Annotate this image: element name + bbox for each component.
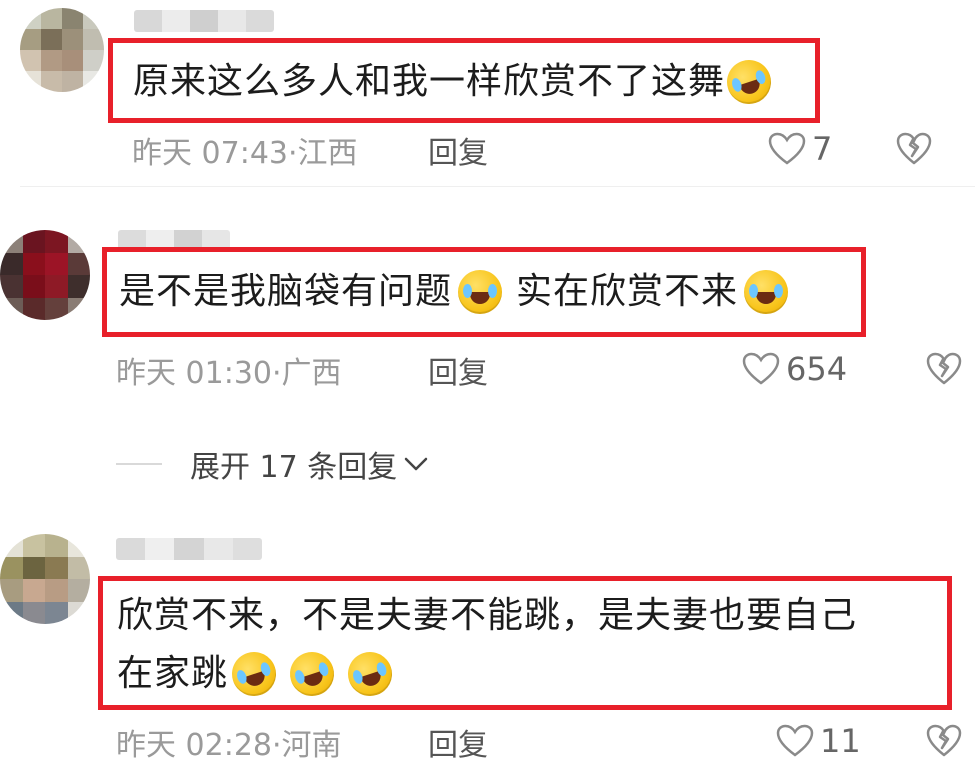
like-count: 11 bbox=[820, 722, 861, 760]
like-count: 654 bbox=[786, 350, 848, 388]
comment-text-highlight: 原来这么多人和我一样欣赏不了这舞 bbox=[108, 38, 820, 123]
broken-heart-icon[interactable] bbox=[926, 352, 962, 386]
meta-separator: · bbox=[272, 356, 282, 391]
timestamp: 昨天 02:28 bbox=[116, 728, 272, 763]
divider bbox=[20, 186, 975, 187]
expand-replies-label: 展开 17 条回复 bbox=[190, 450, 398, 485]
comment-meta: 昨天 07:43·江西 bbox=[132, 128, 358, 172]
timestamp: 昨天 01:30 bbox=[116, 356, 272, 391]
location: 河南 bbox=[281, 728, 342, 763]
comment-text: 原来这么多人和我一样欣赏不了这舞 bbox=[133, 61, 726, 102]
reply-button[interactable]: 回复 bbox=[428, 720, 488, 764]
laughing-tears-emoji bbox=[342, 646, 398, 702]
laughing-tears-emoji bbox=[458, 270, 503, 314]
timestamp: 昨天 07:43 bbox=[132, 136, 288, 171]
comment-item: 原来这么多人和我一样欣赏不了这舞 昨天 07:43·江西 回复 7 bbox=[0, 0, 975, 190]
laughing-tears-emoji bbox=[226, 646, 282, 702]
broken-heart-icon[interactable] bbox=[926, 724, 962, 758]
comment-meta: 昨天 02:28·河南 bbox=[116, 720, 342, 764]
comment-item: 是不是我脑袋有问题 实在欣赏不来 昨天 01:30·广西 回复 654 展开 1… bbox=[0, 190, 975, 490]
avatar[interactable] bbox=[0, 534, 90, 624]
reply-button[interactable]: 回复 bbox=[428, 128, 488, 172]
expand-replies-button[interactable]: 展开 17 条回复 bbox=[116, 442, 429, 486]
avatar[interactable] bbox=[20, 8, 104, 92]
comment-item: 欣赏不来，不是夫妻不能跳，是夫妻也要自己 在家跳 昨天 02:28·河南 回复 … bbox=[0, 510, 975, 763]
reply-button[interactable]: 回复 bbox=[428, 348, 488, 392]
laughing-tears-emoji bbox=[744, 270, 789, 314]
location: 江西 bbox=[297, 136, 358, 171]
comment-meta: 昨天 01:30·广西 bbox=[116, 348, 342, 392]
heart-icon bbox=[776, 724, 814, 757]
chevron-down-icon bbox=[405, 457, 428, 471]
comment-text-highlight: 是不是我脑袋有问题 实在欣赏不来 bbox=[102, 247, 866, 337]
location: 广西 bbox=[281, 356, 342, 391]
heart-icon bbox=[742, 352, 780, 385]
like-button[interactable]: 11 bbox=[776, 722, 861, 760]
comment-text: 在家跳 bbox=[117, 653, 229, 694]
like-button[interactable]: 654 bbox=[742, 350, 847, 388]
username-blurred[interactable] bbox=[134, 10, 274, 32]
comment-text: 实在欣赏不来 bbox=[516, 271, 739, 312]
avatar[interactable] bbox=[0, 230, 90, 320]
meta-separator: · bbox=[272, 728, 282, 763]
meta-separator: · bbox=[288, 136, 298, 171]
comment-text-highlight: 欣赏不来，不是夫妻不能跳，是夫妻也要自己 在家跳 bbox=[98, 576, 952, 710]
like-button[interactable]: 7 bbox=[768, 130, 832, 168]
laughing-tears-emoji bbox=[721, 54, 777, 110]
expand-divider bbox=[116, 463, 162, 465]
comment-text: 是不是我脑袋有问题 bbox=[119, 271, 453, 312]
comment-text: 欣赏不来，不是夫妻不能跳，是夫妻也要自己 bbox=[117, 595, 858, 636]
broken-heart-icon[interactable] bbox=[896, 132, 932, 166]
like-count: 7 bbox=[812, 130, 833, 168]
laughing-tears-emoji bbox=[284, 646, 340, 702]
heart-icon bbox=[768, 132, 806, 165]
username-blurred[interactable] bbox=[116, 538, 262, 560]
